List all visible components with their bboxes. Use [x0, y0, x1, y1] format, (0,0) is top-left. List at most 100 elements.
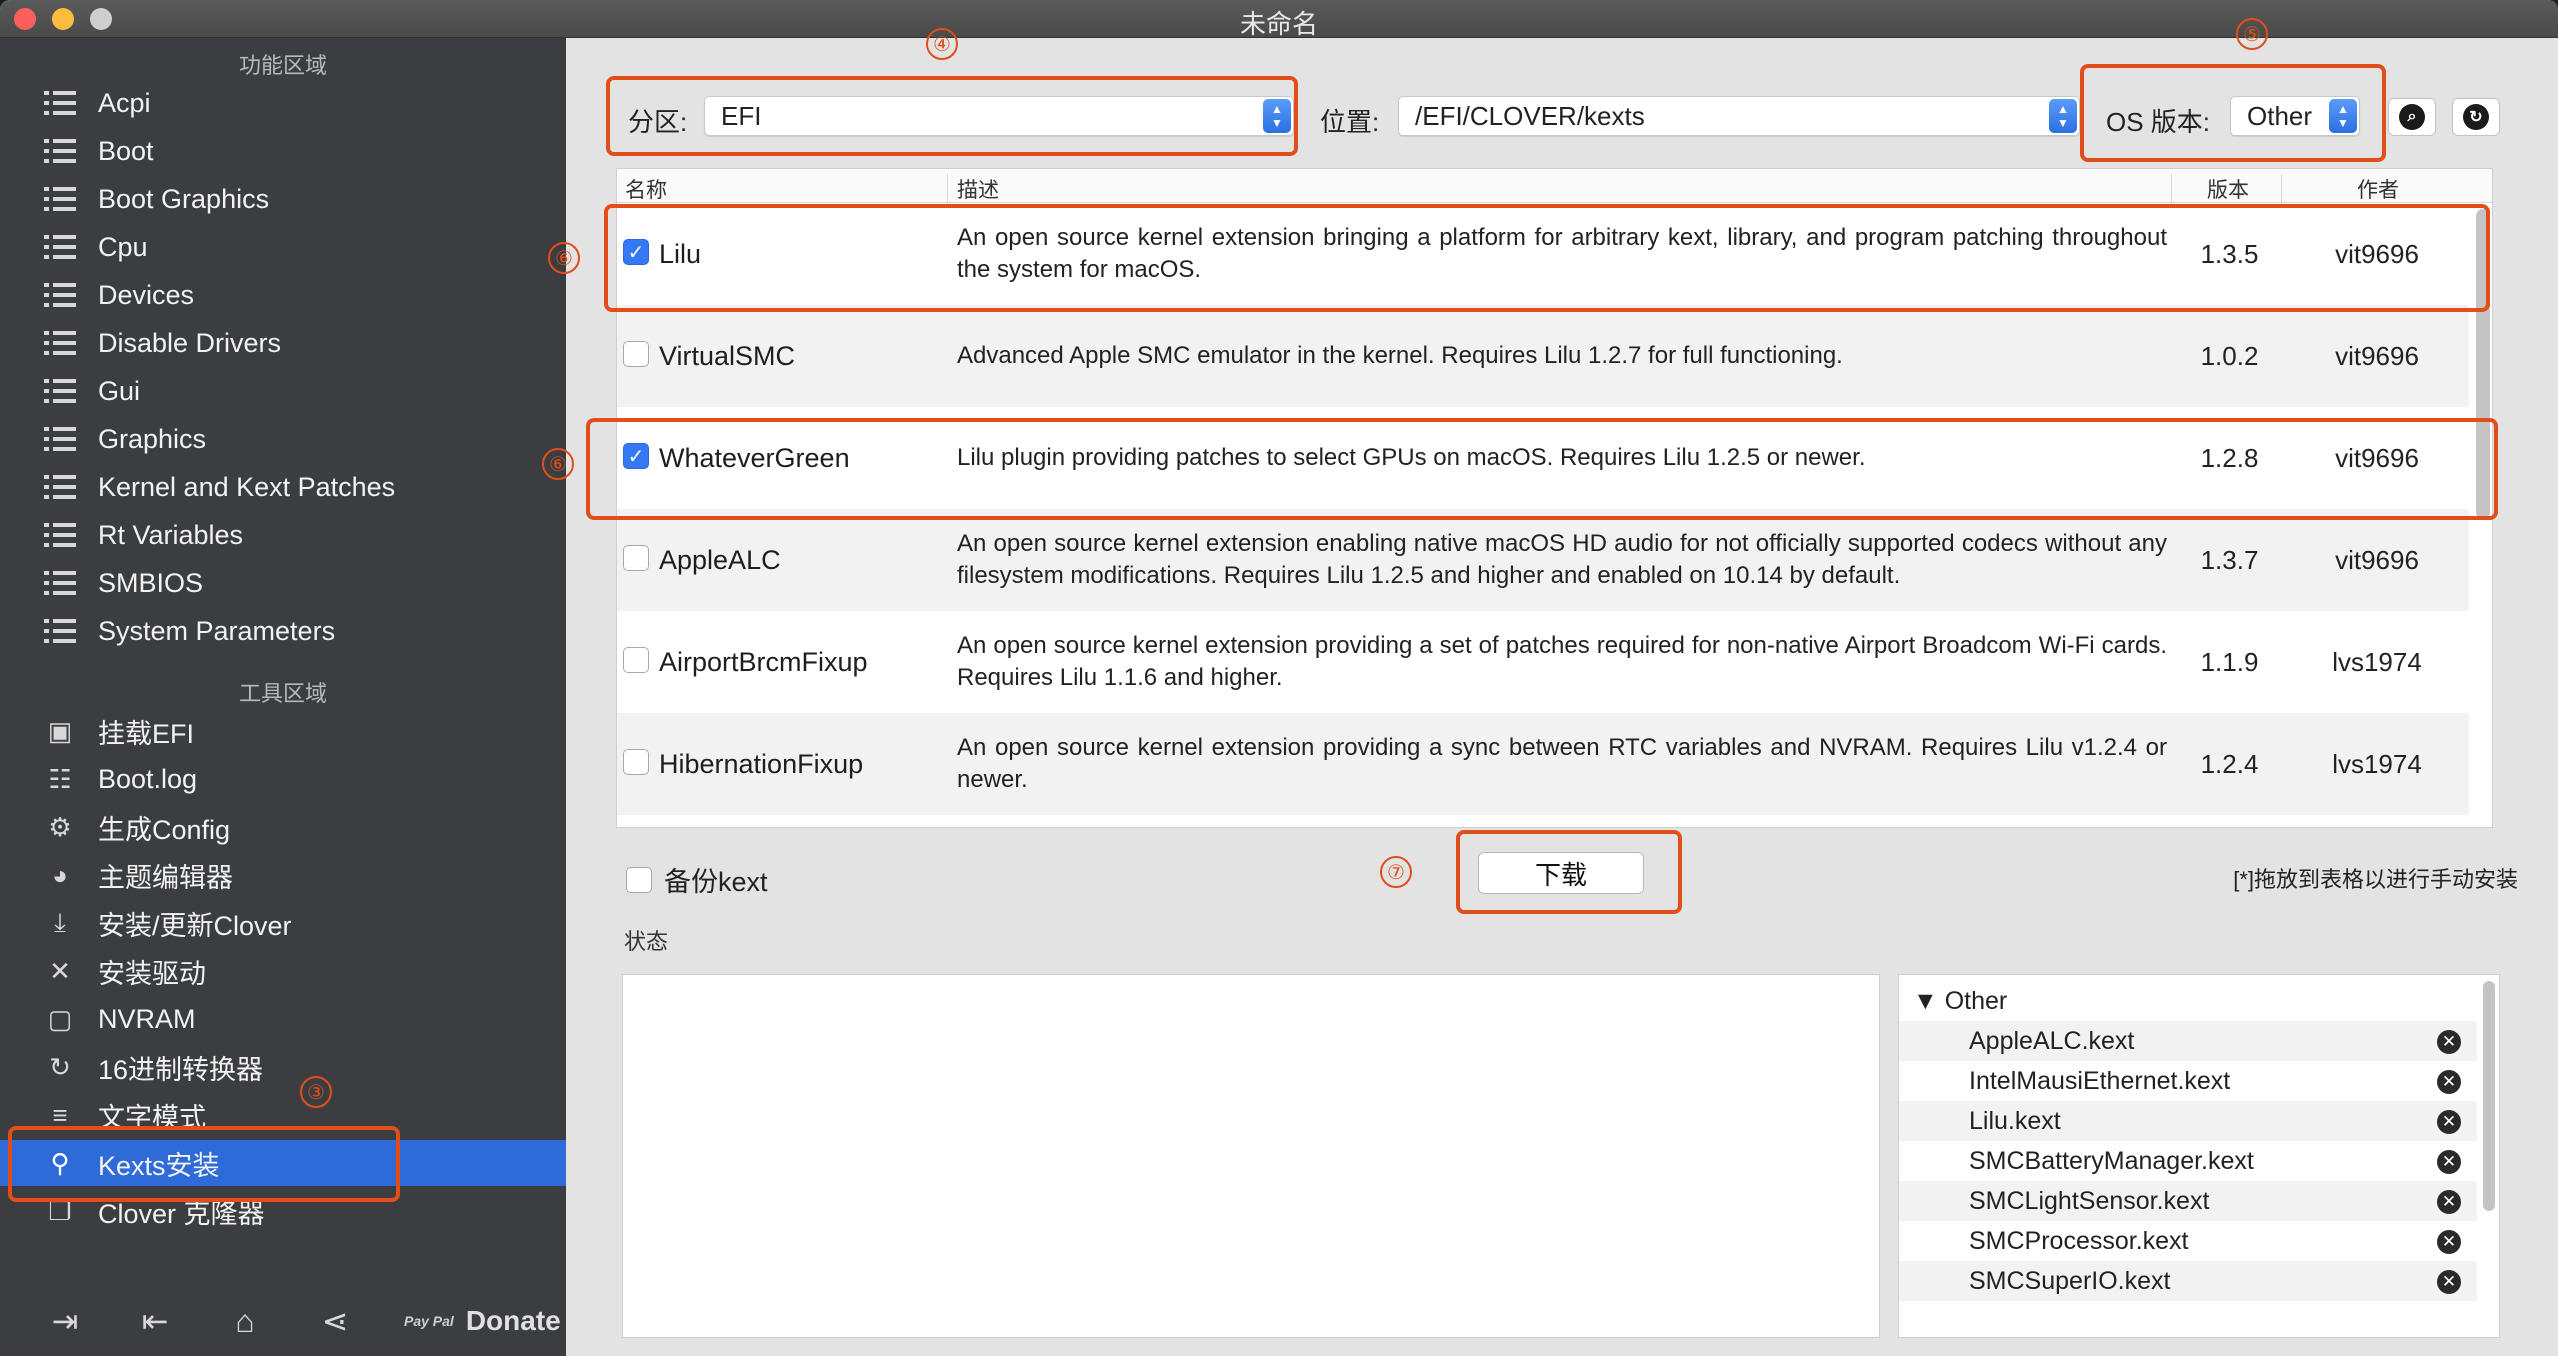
kext-name: Lilu: [659, 238, 702, 269]
list-icon: [42, 568, 78, 598]
export-icon[interactable]: ⇤: [130, 1296, 180, 1346]
tree-item[interactable]: SMCLightSensor.kext ✕: [1899, 1181, 2477, 1221]
tree-scrollbar[interactable]: [2483, 981, 2495, 1211]
refresh-icon: ↻: [49, 1051, 71, 1082]
share-icon[interactable]: ⋖: [310, 1296, 360, 1346]
sidebar-item-label: Acpi: [98, 87, 151, 118]
sidebar-item-label: 安装驱动: [98, 958, 206, 989]
kext-version: 1.2.8: [2200, 442, 2259, 473]
sidebar-item-boot-graphics[interactable]: Boot Graphics: [0, 176, 566, 222]
sidebar-item-system-parameters[interactable]: System Parameters: [0, 608, 566, 654]
sidebar-item-kernel-kext-patches[interactable]: Kernel and Kext Patches: [0, 464, 566, 510]
kext-author: vit9696: [2335, 544, 2419, 575]
os-version-select[interactable]: Other ▲ ▼: [2230, 96, 2360, 136]
kext-checkbox[interactable]: [623, 749, 649, 775]
header-name[interactable]: 名称: [625, 174, 667, 204]
table-row[interactable]: ✓ Lilu An open source kernel extension b…: [617, 203, 2469, 305]
section-title-functions: 功能区域: [238, 53, 327, 78]
list-icon: [42, 520, 78, 550]
sidebar-item-gui[interactable]: Gui: [0, 368, 566, 414]
download-button[interactable]: 下载: [1478, 852, 1644, 894]
tree-item-label: SMCSuperIO.kext: [1969, 1266, 2171, 1295]
import-icon[interactable]: ⇥: [40, 1296, 90, 1346]
main-panel: 分区: EFI ▲ ▼ 位置: /EFI/CLOVER/kexts ▲ ▼ OS 版…: [566, 38, 2558, 1356]
tree-item[interactable]: SMCBatteryManager.kext ✕: [1899, 1141, 2477, 1181]
kext-description: An open source kernel extension providin…: [957, 734, 2167, 793]
remove-icon[interactable]: ✕: [2437, 1110, 2461, 1134]
refresh-button[interactable]: ↻: [2452, 98, 2500, 136]
sidebar-item-mount-efi[interactable]: ▣ 挂载EFI: [0, 708, 566, 754]
annotation-number: ⑤: [2236, 18, 2268, 50]
backup-kext-checkbox[interactable]: 备份kext: [626, 860, 768, 899]
chip-icon: ▢: [47, 1003, 73, 1034]
tree-root-other[interactable]: ▼ Other: [1913, 987, 2007, 1016]
status-label: 状态: [624, 929, 669, 954]
table-row[interactable]: HibernationFixup An open source kernel e…: [617, 713, 2469, 815]
disclosure-triangle-icon[interactable]: ▼: [1913, 987, 1938, 1015]
kext-version: 1.2.4: [2200, 748, 2259, 779]
clone-icon: ❐: [48, 1195, 72, 1226]
sidebar-item-label: Disable Drivers: [98, 327, 282, 358]
sidebar-item-install-drivers[interactable]: ✕ 安装驱动: [0, 948, 566, 994]
kext-checkbox[interactable]: [623, 545, 649, 571]
remove-icon[interactable]: ✕: [2437, 1070, 2461, 1094]
table-row[interactable]: ✓ WhateverGreen Lilu plugin providing pa…: [617, 407, 2469, 509]
sidebar-item-generate-config[interactable]: ⚙ 生成Config: [0, 804, 566, 850]
sidebar-item-text-mode[interactable]: ≡ 文字模式: [0, 1092, 566, 1138]
sidebar-item-kexts-install[interactable]: ⚲ Kexts安装: [0, 1140, 566, 1186]
sidebar-item-install-clover[interactable]: ⤓ 安装/更新Clover: [0, 900, 566, 946]
remove-icon[interactable]: ✕: [2437, 1230, 2461, 1254]
sidebar-item-boot-log[interactable]: ☷ Boot.log: [0, 756, 566, 802]
tree-item[interactable]: Lilu.kext ✕: [1899, 1101, 2477, 1141]
remove-icon[interactable]: ✕: [2437, 1150, 2461, 1174]
sidebar-item-hex-converter[interactable]: ↻ 16进制转换器: [0, 1044, 566, 1090]
kext-checkbox[interactable]: [623, 341, 649, 367]
home-icon[interactable]: ⌂: [220, 1296, 270, 1346]
tree-item[interactable]: AppleALC.kext ✕: [1899, 1021, 2477, 1061]
sidebar-item-rt-variables[interactable]: Rt Variables: [0, 512, 566, 558]
sidebar-item-disable-drivers[interactable]: Disable Drivers: [0, 320, 566, 366]
sidebar-item-devices[interactable]: Devices: [0, 272, 566, 318]
sidebar-item-acpi[interactable]: Acpi: [0, 80, 566, 126]
partition-select[interactable]: EFI ▲ ▼: [704, 96, 1294, 136]
kext-name: WhateverGreen: [659, 442, 850, 473]
partition-label: 分区:: [628, 107, 688, 137]
kext-author: vit9696: [2335, 340, 2419, 371]
location-label: 位置:: [1320, 107, 1380, 137]
header-description[interactable]: 描述: [957, 174, 999, 204]
tree-item[interactable]: IntelMausiEthernet.kext ✕: [1899, 1061, 2477, 1101]
os-version-value: Other: [2247, 100, 2313, 131]
search-button[interactable]: ⌕: [2388, 98, 2436, 136]
plug-icon: ⚲: [50, 1147, 70, 1178]
list-icon: [42, 280, 78, 310]
sidebar-item-graphics[interactable]: Graphics: [0, 416, 566, 462]
sidebar-item-smbios[interactable]: SMBIOS: [0, 560, 566, 606]
sidebar-item-nvram[interactable]: ▢ NVRAM: [0, 996, 566, 1042]
table-scrollbar[interactable]: [2476, 209, 2490, 519]
annotation-number: ⑦: [1380, 856, 1412, 888]
kext-checkbox[interactable]: [623, 647, 649, 673]
sidebar-item-boot[interactable]: Boot: [0, 128, 566, 174]
header-version[interactable]: 版本: [2207, 174, 2249, 204]
sidebar-item-cpu[interactable]: Cpu: [0, 224, 566, 270]
table-row[interactable]: AirportBrcmFixup An open source kernel e…: [617, 611, 2469, 713]
kext-checkbox[interactable]: ✓: [623, 443, 649, 469]
location-select[interactable]: /EFI/CLOVER/kexts ▲ ▼: [1398, 96, 2080, 136]
tree-item[interactable]: SMCProcessor.kext ✕: [1899, 1221, 2477, 1261]
remove-icon[interactable]: ✕: [2437, 1030, 2461, 1054]
remove-icon[interactable]: ✕: [2437, 1270, 2461, 1294]
sidebar-item-label: Graphics: [98, 423, 207, 454]
header-author[interactable]: 作者: [2357, 174, 2399, 204]
sidebar-item-theme-editor[interactable]: ◕ 主题编辑器: [0, 852, 566, 898]
tree-item[interactable]: SMCSuperIO.kext ✕: [1899, 1261, 2477, 1301]
sidebar-item-label: 文字模式: [98, 1102, 206, 1133]
backup-kext-label: 备份kext: [664, 867, 768, 897]
donate-button[interactable]: Pay Pal Donate: [404, 1305, 561, 1337]
kext-checkbox[interactable]: ✓: [623, 239, 649, 265]
tree-root-label: Other: [1944, 987, 2008, 1015]
kext-description: An open source kernel extension providin…: [957, 632, 2167, 691]
table-row[interactable]: VirtualSMC Advanced Apple SMC emulator i…: [617, 305, 2469, 407]
table-row[interactable]: AppleALC An open source kernel extension…: [617, 509, 2469, 611]
sidebar-item-clover-cloner[interactable]: ❐ Clover 克隆器: [0, 1188, 566, 1234]
remove-icon[interactable]: ✕: [2437, 1190, 2461, 1214]
